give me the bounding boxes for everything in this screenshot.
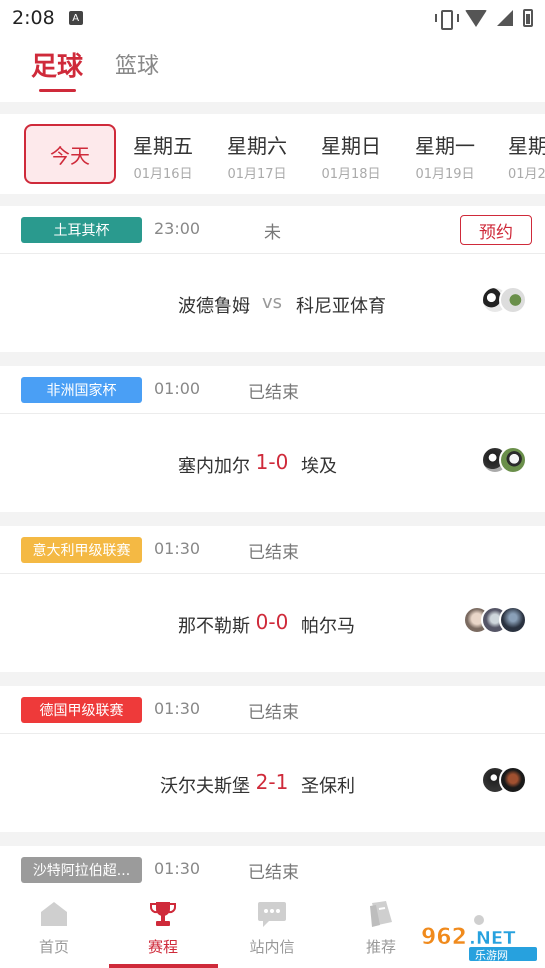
nav-home[interactable]: 首页 [14, 900, 94, 957]
status-time: 2:08 [12, 7, 55, 29]
home-team: 塞内加尔 [178, 456, 250, 477]
match-teams: 塞内加尔 1-0 埃及 [0, 414, 545, 512]
date-item[interactable]: 星期日 01月18日 [311, 130, 391, 182]
away-team: 埃及 [301, 456, 337, 477]
match-status: 已结束 [248, 543, 299, 563]
date-item[interactable]: 星期一 01月19日 [405, 130, 485, 182]
battery-icon [523, 9, 533, 27]
match-status: 已结束 [248, 383, 299, 403]
match-status: 已结束 [248, 703, 299, 723]
match-header: 意大利甲级联赛 01:30 已结束 [0, 526, 545, 574]
svg-text:乐游网: 乐游网 [475, 949, 508, 962]
day-name: 星期六 [227, 134, 287, 158]
wifi-icon [465, 9, 487, 27]
match-teams: 波德鲁姆 vs 科尼亚体育 [0, 254, 545, 352]
match-status: 已结束 [248, 863, 299, 883]
day-name: 星期一 [415, 134, 475, 158]
match-status: 未 [264, 223, 281, 243]
match-card[interactable]: 沙特阿拉伯超... 01:30 已结束 [0, 846, 545, 888]
match-card[interactable]: 意大利甲级联赛 01:30 已结束 那不勒斯 0-0 帕尔马 [0, 526, 545, 672]
app-screen: 2:08 A 足球 篮球 今天 星期五 01月16日 星期六 01月17日 星期… [0, 0, 545, 968]
league-badge: 土耳其杯 [21, 217, 142, 243]
svg-text:962: 962 [421, 925, 467, 950]
match-time: 01:00 [154, 379, 201, 398]
home-team: 那不勒斯 [178, 616, 250, 637]
away-team: 科尼亚体育 [296, 296, 386, 317]
match-header: 非洲国家杯 01:00 已结束 [0, 366, 545, 414]
analyst-avatars [481, 286, 527, 316]
match-time: 01:30 [154, 699, 201, 718]
league-badge: 沙特阿拉伯超... [21, 857, 142, 883]
day-date: 01月16日 [133, 167, 193, 182]
match-teams: 沃尔夫斯堡 2-1 圣保利 [0, 734, 545, 832]
league-badge: 意大利甲级联赛 [21, 537, 142, 563]
avatar [499, 766, 527, 794]
avatar [499, 606, 527, 634]
message-icon [257, 900, 287, 928]
date-item[interactable]: 星期六 01月17日 [217, 130, 297, 182]
day-date: 01月20日 [508, 167, 545, 182]
day-name: 星期五 [133, 134, 193, 158]
away-team: 圣保利 [301, 776, 355, 797]
date-item[interactable]: 星期五 01月16日 [123, 130, 203, 182]
match-time: 23:00 [154, 219, 201, 238]
nav-label: 推荐 [365, 938, 396, 956]
home-team: 波德鲁姆 [178, 296, 250, 317]
analyst-avatars [481, 766, 527, 796]
active-tab-indicator [109, 964, 218, 968]
away-team: 帕尔马 [301, 616, 355, 637]
svg-text:.NET: .NET [469, 928, 516, 949]
match-header: 德国甲级联赛 01:30 已结束 [0, 686, 545, 734]
status-bar: 2:08 A [0, 0, 545, 36]
trophy-icon [148, 900, 178, 928]
nav-schedule[interactable]: 赛程 [123, 900, 203, 957]
recommend-icon [366, 900, 396, 928]
nav-label: 首页 [38, 938, 69, 956]
match-score: 0-0 [255, 610, 289, 634]
day-name: 星期二 [508, 134, 545, 158]
day-date: 01月19日 [415, 167, 475, 182]
watermark-logo: 962 .NET 乐游网 [417, 914, 539, 962]
day-name: 星期日 [321, 134, 381, 158]
status-icons [435, 9, 533, 30]
match-card[interactable]: 土耳其杯 23:00 未 预约 波德鲁姆 vs 科尼亚体育 [0, 206, 545, 352]
reserve-button[interactable]: 预约 [460, 215, 532, 245]
date-strip: 今天 星期五 01月16日 星期六 01月17日 星期日 01月18日 星期一 … [0, 114, 545, 194]
tab-basketball[interactable]: 篮球 [115, 48, 159, 80]
match-card[interactable]: 非洲国家杯 01:00 已结束 塞内加尔 1-0 埃及 [0, 366, 545, 512]
tab-underline [39, 89, 76, 92]
league-badge: 非洲国家杯 [21, 377, 142, 403]
match-header: 沙特阿拉伯超... 01:30 已结束 [0, 846, 545, 894]
analyst-avatars [463, 606, 527, 636]
analyst-avatars [481, 446, 527, 476]
home-icon [39, 900, 69, 928]
signal-icon [497, 10, 513, 26]
match-score: 2-1 [255, 770, 289, 794]
nav-recommend[interactable]: 推荐 [341, 900, 421, 957]
match-teams: 那不勒斯 0-0 帕尔马 [0, 574, 545, 672]
day-date: 01月17日 [227, 167, 287, 182]
nav-label: 赛程 [147, 938, 178, 956]
notification-icon: A [68, 11, 83, 25]
today-button[interactable]: 今天 [24, 124, 116, 184]
match-time: 01:30 [154, 859, 201, 878]
league-badge: 德国甲级联赛 [21, 697, 142, 723]
avatar [499, 446, 527, 474]
nav-label: 站内信 [249, 938, 295, 956]
avatar [499, 286, 527, 314]
home-team: 沃尔夫斯堡 [160, 776, 250, 797]
nav-messages[interactable]: 站内信 [232, 900, 312, 957]
day-date: 01月18日 [321, 167, 381, 182]
match-score: 1-0 [255, 450, 289, 474]
match-header: 土耳其杯 23:00 未 预约 [0, 206, 545, 254]
sport-tabs: 足球 篮球 [0, 36, 545, 102]
match-score: vs [261, 292, 283, 313]
match-time: 01:30 [154, 539, 201, 558]
date-item[interactable]: 星期二 01月20日 [499, 130, 545, 182]
vibrate-icon [435, 10, 459, 30]
tab-football[interactable]: 足球 [31, 46, 83, 83]
match-card[interactable]: 德国甲级联赛 01:30 已结束 沃尔夫斯堡 2-1 圣保利 [0, 686, 545, 832]
